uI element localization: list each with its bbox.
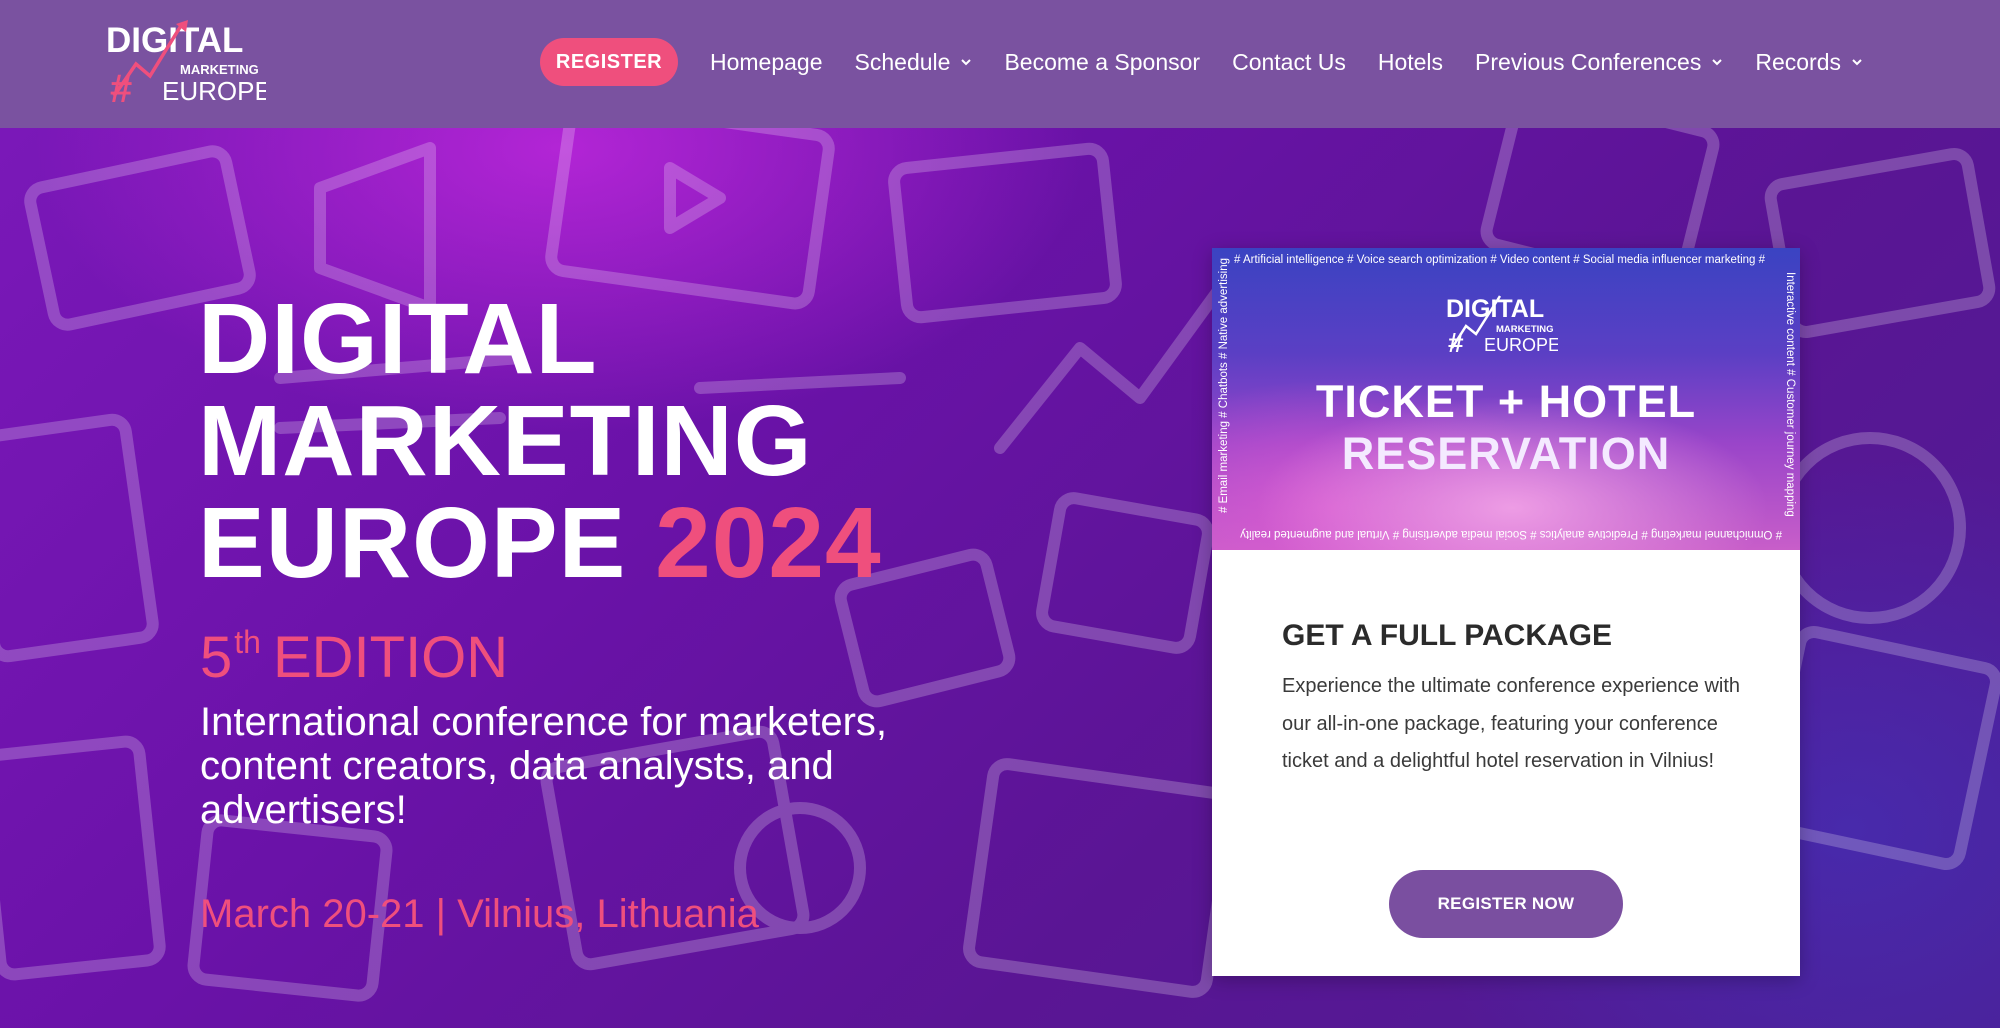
register-button[interactable]: REGISTER	[540, 38, 678, 86]
nav-item-schedule[interactable]: Schedule	[855, 49, 973, 76]
logo-word-digital: DIGITAL	[106, 21, 243, 60]
nav-item-label: Schedule	[854, 48, 951, 75]
nav-item-label: Hotels	[1377, 48, 1444, 75]
nav-item-records[interactable]: Records	[1755, 49, 1863, 76]
banner-title: TICKET + HOTEL RESERVATION	[1212, 376, 1800, 480]
nav-item-label: Records	[1755, 48, 1841, 75]
edition-number: 5	[200, 625, 233, 690]
banner-tags-top: # Artificial intelligence # Voice search…	[1234, 254, 1766, 266]
banner-title-line1: TICKET + HOTEL	[1315, 376, 1697, 427]
hero-title-europe: EUROPE	[198, 487, 627, 599]
nav-item-homepage[interactable]: Homepage	[710, 49, 823, 76]
event-dates-location: March 20-21 | Vilnius, Lithuania	[200, 892, 759, 936]
banner-logo-word-digital: DIGITAL	[1446, 295, 1544, 323]
hero-title-line3: EUROPE 2024	[198, 492, 882, 594]
logo-word-marketing: MARKETING	[180, 62, 259, 77]
banner-logo-word-europe: EUROPE	[1484, 335, 1558, 354]
svg-text:#: #	[110, 67, 132, 104]
hero-section: DIGITAL MARKETING EUROPE 2024 5th EDITION…	[0, 128, 2000, 1028]
card-heading: GET A FULL PACKAGE	[1282, 619, 1612, 652]
hero-title-year: 2024	[655, 487, 882, 599]
hero-title-line1: DIGITAL	[198, 283, 598, 395]
svg-text:#: #	[1448, 327, 1464, 354]
nav-item-hotels[interactable]: Hotels	[1378, 49, 1443, 76]
nav-item-label: Homepage	[710, 48, 823, 75]
chevron-down-icon	[1852, 59, 1862, 66]
ticket-hotel-banner: # Artificial intelligence # Voice search…	[1212, 248, 1800, 550]
site-header: DIGITAL # MARKETING EUROPE REGISTER Home…	[0, 0, 2000, 128]
edition-word: EDITION	[272, 625, 509, 690]
register-now-button[interactable]: REGISTER NOW	[1389, 870, 1623, 938]
nav-item-contact-us[interactable]: Contact Us	[1232, 49, 1346, 76]
banner-tags-bottom: # Omnichannel marketing # Predictive ana…	[1240, 528, 1782, 540]
nav-item-label: Contact Us	[1232, 48, 1346, 75]
nav-item-label: Become a Sponsor	[1004, 48, 1201, 75]
chevron-down-icon	[961, 59, 972, 66]
hero-subtitle: International conference for marketers, …	[200, 700, 888, 832]
banner-logo-word-marketing: MARKETING	[1496, 324, 1554, 335]
site-logo[interactable]: DIGITAL # MARKETING EUROPE	[106, 18, 266, 104]
card-description: Experience the ultimate conference exper…	[1282, 675, 1741, 772]
edition-label: 5th EDITION	[200, 610, 508, 690]
banner-logo: DIGITAL # MARKETING EUROPE	[1446, 295, 1558, 354]
logo-word-europe: EUROPE	[162, 76, 266, 104]
full-package-card: # Artificial intelligence # Voice search…	[1212, 248, 1800, 976]
hero-title: DIGITAL MARKETING EUROPE 2024	[198, 288, 882, 594]
nav-item-previous-conferences[interactable]: Previous Conferences	[1475, 49, 1723, 76]
hero-title-line2: MARKETING	[198, 385, 813, 497]
banner-title-line2: RESERVATION	[1341, 428, 1671, 479]
nav-item-become-a-sponsor[interactable]: Become a Sponsor	[1004, 49, 1200, 76]
main-nav: REGISTER Homepage Schedule Become a Spon…	[540, 38, 1863, 86]
edition-suffix: th	[234, 624, 261, 660]
chevron-down-icon	[1712, 59, 1723, 66]
nav-item-label: Previous Conferences	[1475, 48, 1702, 75]
